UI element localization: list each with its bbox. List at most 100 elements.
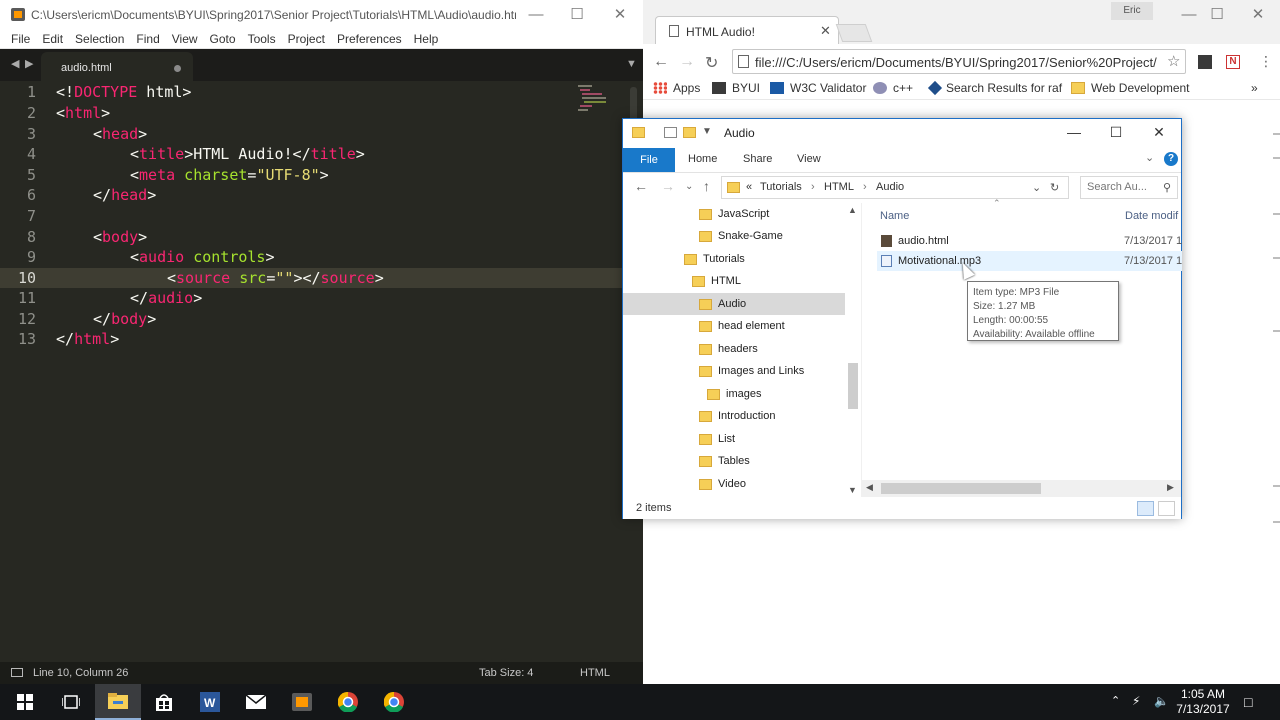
refresh-icon[interactable]: ↻ (1050, 181, 1059, 194)
address-dropdown-icon[interactable]: ⌄ (1032, 181, 1041, 194)
chrome-maximize-button[interactable]: ☐ (1199, 3, 1235, 25)
menu-help[interactable]: Help (414, 32, 439, 46)
nav-item-video[interactable]: Video (699, 473, 746, 495)
file-list-hscrollbar[interactable]: ◀ ▶ (861, 480, 1181, 497)
nav-item-images[interactable]: images (707, 383, 761, 405)
details-view-icon[interactable] (1137, 501, 1154, 516)
bookmark-search-results[interactable]: Search Results for raf (927, 80, 1062, 96)
file-row-motivational-mp3[interactable]: Motivational.mp3 7/13/2017 1 (877, 251, 1182, 271)
expand-ribbon-icon[interactable]: ⌄ (1145, 151, 1154, 164)
close-button[interactable]: ✕ (598, 3, 642, 25)
explorer-close-button[interactable]: ✕ (1139, 124, 1179, 141)
action-center-icon[interactable]: □ (1244, 694, 1252, 710)
help-icon[interactable]: ? (1164, 152, 1178, 166)
explorer-minimize-button[interactable]: — (1054, 124, 1094, 140)
back-arrow-icon[interactable]: ← (653, 53, 669, 71)
chrome-tab-html-audio[interactable]: HTML Audio! ✕ (655, 16, 839, 44)
nav-item-images-and-links[interactable]: Images and Links (699, 360, 804, 382)
menu-edit[interactable]: Edit (42, 32, 63, 46)
taskbar-chrome-2[interactable] (371, 684, 417, 720)
taskbar-sublime-text[interactable] (279, 684, 325, 720)
properties-icon[interactable] (664, 127, 677, 138)
chrome-close-button[interactable]: ✕ (1240, 3, 1276, 25)
scroll-up-icon[interactable]: ▲ (848, 205, 857, 215)
new-tab-button[interactable] (835, 24, 873, 42)
navigation-scrollbar[interactable]: ▲ ▼ (845, 203, 859, 497)
show-hidden-icons-icon[interactable]: ⌃ (1111, 694, 1120, 707)
bookmark-w3c-validator[interactable]: W3C Validator (770, 81, 866, 95)
close-tab-icon[interactable]: ✕ (820, 23, 831, 39)
maximize-button[interactable]: ☐ (555, 3, 599, 25)
taskbar-file-explorer[interactable] (95, 684, 141, 720)
new-folder-icon[interactable] (683, 127, 696, 138)
bookmark-byui[interactable]: BYUI (712, 81, 760, 95)
start-button[interactable] (2, 684, 48, 720)
up-arrow-icon[interactable]: ↑ (703, 178, 710, 194)
crumb-tutorials[interactable]: Tutorials (760, 181, 802, 193)
scroll-right-icon[interactable]: ▶ (1167, 482, 1174, 493)
system-clock[interactable]: 1:05 AM 7/13/2017 (1170, 687, 1236, 717)
ribbon-tab-view[interactable]: View (797, 153, 821, 165)
navigation-scroll-thumb[interactable] (848, 363, 858, 409)
taskbar-mail[interactable] (233, 684, 279, 720)
nav-item-list[interactable]: List (699, 428, 735, 450)
url-text[interactable]: file:///C:/Users/ericm/Documents/BYUI/Sp… (755, 55, 1160, 70)
search-icon[interactable]: ⚲ (1163, 181, 1171, 194)
menu-goto[interactable]: Goto (210, 32, 236, 46)
nav-item-tutorials[interactable]: Tutorials (684, 248, 745, 270)
explorer-address-bar[interactable]: « Tutorials › HTML › Audio ⌄ ↻ (721, 176, 1069, 199)
crumb-html[interactable]: HTML (824, 181, 854, 193)
hscroll-thumb[interactable] (881, 483, 1041, 494)
ribbon-tab-share[interactable]: Share (743, 153, 772, 165)
taskbar-store[interactable] (141, 684, 187, 720)
tab-dropdown-icon[interactable]: ▼ (626, 58, 637, 70)
reload-icon[interactable]: ↻ (705, 53, 718, 73)
nav-item-head-element[interactable]: head element (699, 315, 785, 337)
nav-item-javascript[interactable]: JavaScript (699, 203, 769, 225)
recent-locations-icon[interactable]: ⌄ (685, 181, 693, 192)
menu-selection[interactable]: Selection (75, 32, 124, 46)
ribbon-tab-file[interactable]: File (623, 148, 675, 172)
taskbar-chrome-1[interactable] (325, 684, 371, 720)
nav-item-tables[interactable]: Tables (699, 450, 750, 472)
address-bar[interactable]: file:///C:/Users/ericm/Documents/BYUI/Sp… (732, 49, 1186, 74)
task-view-button[interactable] (48, 684, 94, 720)
volume-icon[interactable]: 🔈 (1154, 694, 1169, 708)
menu-preferences[interactable]: Preferences (337, 32, 402, 46)
crumb-audio[interactable]: Audio (876, 181, 904, 193)
crumb-overflow[interactable]: « (746, 181, 752, 193)
explorer-forward-icon[interactable]: → (661, 178, 675, 194)
nav-item-html[interactable]: HTML (692, 270, 741, 292)
menu-tools[interactable]: Tools (248, 32, 276, 46)
menu-view[interactable]: View (172, 32, 198, 46)
column-header-date-modified[interactable]: Date modif (1125, 210, 1178, 222)
column-header-name[interactable]: Name (880, 210, 909, 222)
scroll-down-icon[interactable]: ▼ (848, 485, 857, 495)
nav-item-snake-game[interactable]: Snake-Game (699, 225, 783, 247)
quick-access-dropdown-icon[interactable]: ▼ (702, 126, 712, 137)
extension-icon[interactable] (1198, 55, 1212, 69)
panel-toggle-icon[interactable] (11, 668, 23, 677)
menu-find[interactable]: Find (136, 32, 159, 46)
code-editor[interactable]: 1 2 3 4 5 6 7 8 9 10 11 12 13 <!DOCTYPE … (0, 81, 643, 662)
file-row-audio-html[interactable]: audio.html 7/13/2017 1 (877, 231, 1182, 251)
nav-item-audio[interactable]: Audio (623, 293, 845, 315)
chrome-menu-icon[interactable]: ⋮ (1259, 53, 1273, 70)
bookmark-cpp[interactable]: c++ (873, 81, 913, 95)
tab-next-icon[interactable]: ▶ (25, 57, 33, 70)
explorer-maximize-button[interactable]: ☐ (1096, 124, 1136, 141)
power-plug-icon[interactable]: ⚡ (1132, 694, 1140, 708)
minimap[interactable] (578, 85, 612, 115)
bookmark-star-icon[interactable]: ☆ (1167, 52, 1180, 70)
scroll-left-icon[interactable]: ◀ (866, 482, 873, 493)
n-extension-icon[interactable]: N (1226, 55, 1240, 69)
tab-size[interactable]: Tab Size: 4 (479, 667, 533, 679)
bookmark-web-development[interactable]: Web Development (1071, 81, 1190, 95)
explorer-search-box[interactable]: Search Au... ⚲ (1080, 176, 1178, 199)
minimize-button[interactable]: — (514, 3, 558, 25)
menu-project[interactable]: Project (288, 32, 325, 46)
large-icons-view-icon[interactable] (1158, 501, 1175, 516)
forward-arrow-icon[interactable]: → (679, 53, 695, 71)
unsaved-dot-icon[interactable] (174, 65, 181, 72)
taskbar-word[interactable]: W (187, 684, 233, 720)
